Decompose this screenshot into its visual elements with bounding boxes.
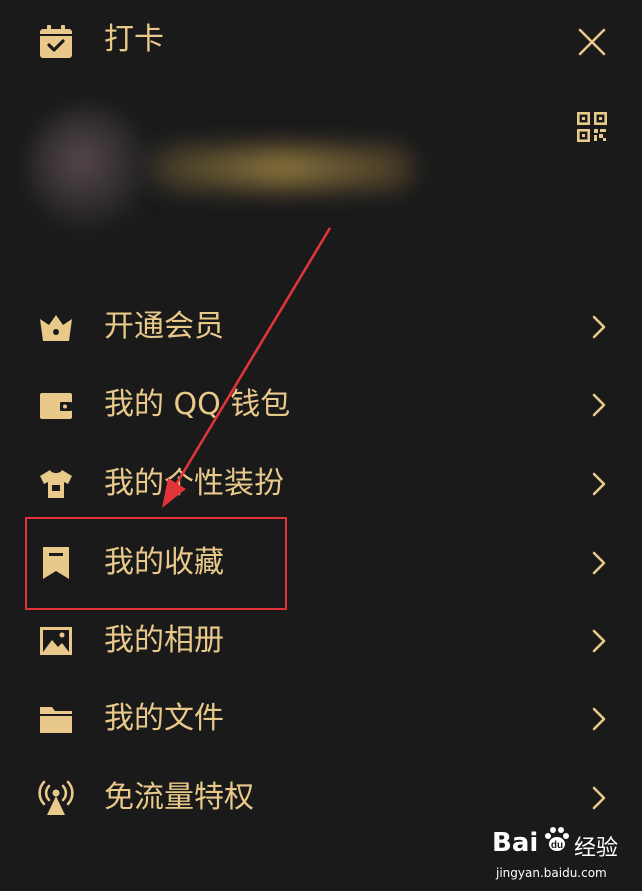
menu-item-album[interactable]: 我的相册 xyxy=(0,602,642,680)
wallet-icon xyxy=(40,393,72,419)
watermark-url: jingyan.baidu.com xyxy=(496,866,607,880)
menu-item-label: 我的个性装扮 xyxy=(104,466,284,501)
paw-icon: du xyxy=(545,827,569,851)
top-bar: 打卡 xyxy=(0,0,642,90)
profile-section[interactable] xyxy=(0,95,642,245)
menu-item-favorites[interactable]: 我的收藏 xyxy=(0,524,642,602)
chevron-right-icon xyxy=(592,393,606,417)
menu-item-label: 我的文件 xyxy=(104,701,224,736)
chevron-right-icon xyxy=(592,315,606,339)
watermark-brand-suffix: 经验 xyxy=(574,836,619,861)
close-icon[interactable] xyxy=(576,26,608,58)
nickname-blurred xyxy=(150,147,415,189)
chevron-right-icon xyxy=(592,707,606,731)
menu-item-label: 我的收藏 xyxy=(104,545,224,580)
calendar-check-icon[interactable] xyxy=(38,24,74,60)
menu-item-files[interactable]: 我的文件 xyxy=(0,680,642,758)
qr-code-icon[interactable] xyxy=(576,111,608,143)
baidu-jingyan-watermark: Bai du 经验 jingyan.baidu.com xyxy=(492,822,632,886)
chevron-right-icon xyxy=(592,472,606,496)
watermark-logo: Bai xyxy=(492,828,539,858)
chevron-right-icon xyxy=(592,551,606,575)
signal-tower-icon xyxy=(38,780,74,815)
svg-text:du: du xyxy=(551,840,563,851)
menu-item-label: 我的 QQ 钱包 xyxy=(104,387,291,422)
menu-item-vip[interactable]: 开通会员 xyxy=(0,288,642,366)
menu-item-label: 我的相册 xyxy=(104,623,224,658)
checkin-label[interactable]: 打卡 xyxy=(104,20,164,60)
bookmark-icon xyxy=(43,547,69,579)
image-icon xyxy=(40,627,72,655)
menu-item-label: 开通会员 xyxy=(104,309,224,344)
chevron-right-icon xyxy=(592,786,606,810)
menu-item-wallet[interactable]: 我的 QQ 钱包 xyxy=(0,366,642,444)
folder-icon xyxy=(40,707,72,733)
menu-item-label: 免流量特权 xyxy=(104,780,254,815)
chevron-right-icon xyxy=(592,629,606,653)
menu-item-personalize[interactable]: 我的个性装扮 xyxy=(0,445,642,523)
avatar[interactable] xyxy=(28,107,148,227)
tshirt-icon xyxy=(40,470,72,498)
crown-icon xyxy=(40,315,72,341)
